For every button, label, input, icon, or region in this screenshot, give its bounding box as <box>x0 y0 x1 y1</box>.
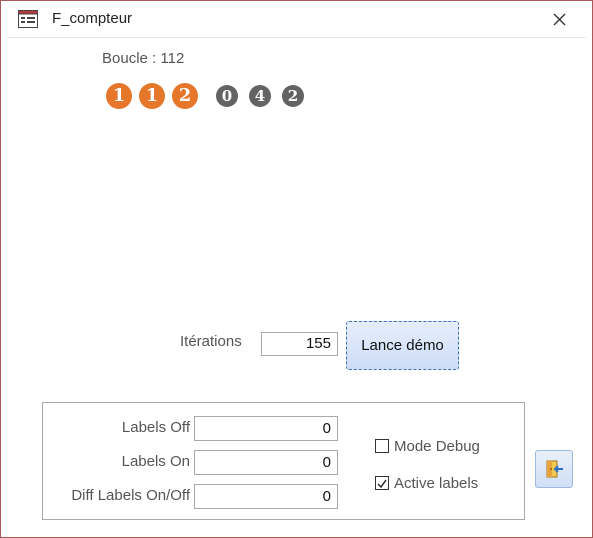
title-bar: F_compteur <box>1 1 592 37</box>
form-icon <box>18 10 38 28</box>
mode-debug-label: Mode Debug <box>394 438 480 455</box>
exit-button[interactable] <box>535 450 573 488</box>
labels-off-label: Labels Off <box>121 419 190 436</box>
labels-on-label: Labels On <box>121 453 190 470</box>
title-separator <box>7 37 586 38</box>
iterations-label: Itérations <box>180 333 242 350</box>
digit-orange-2: 1 <box>139 83 165 109</box>
lance-demo-button[interactable]: Lance démo <box>346 321 459 370</box>
close-button[interactable] <box>544 4 574 34</box>
diff-labels-field[interactable]: 0 <box>194 484 338 509</box>
digit-gray-2: 4 <box>249 85 271 107</box>
digit-orange-1: 1 <box>106 83 132 109</box>
mode-debug-checkbox[interactable] <box>375 439 389 453</box>
window-title: F_compteur <box>52 10 133 27</box>
active-labels-checkbox[interactable] <box>375 476 389 490</box>
iterations-field[interactable]: 155 <box>261 332 338 356</box>
labels-off-field[interactable]: 0 <box>194 416 338 441</box>
checkmark-icon <box>377 479 387 489</box>
digit-orange-3: 2 <box>172 83 198 109</box>
diff-labels-label: Diff Labels On/Off <box>71 487 190 504</box>
digit-gray-3: 2 <box>282 85 304 107</box>
labels-on-field[interactable]: 0 <box>194 450 338 475</box>
close-icon <box>544 13 574 38</box>
exit-door-icon <box>536 460 572 491</box>
active-labels-label: Active labels <box>394 475 479 492</box>
form-window: F_compteur Boucle : 112 1 1 2 0 4 2 Itér… <box>0 0 593 538</box>
loop-counter-label: Boucle : 112 <box>102 50 185 67</box>
digit-gray-1: 0 <box>216 85 238 107</box>
